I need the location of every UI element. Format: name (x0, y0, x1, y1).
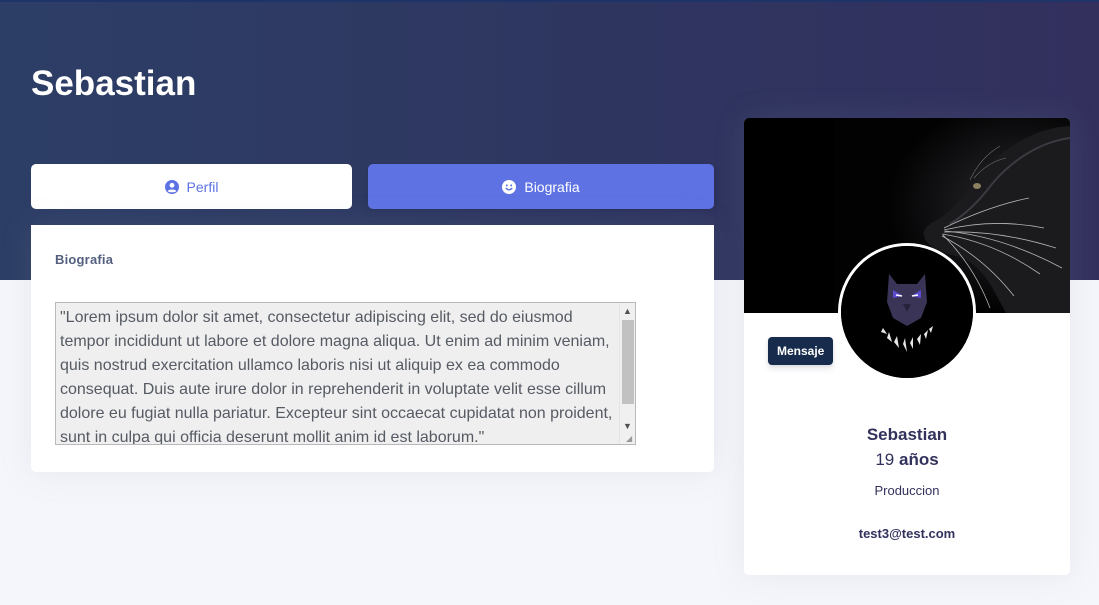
tab-perfil[interactable]: Perfil (31, 164, 352, 209)
biography-text: "Lorem ipsum dolor sit amet, consectetur… (60, 309, 613, 445)
tab-biografia[interactable]: Biografia (368, 164, 714, 209)
avatar (838, 243, 976, 381)
scroll-thumb[interactable] (622, 320, 634, 404)
user-circle-icon (164, 179, 179, 194)
biography-card: Biografia "Lorem ipsum dolor sit amet, c… (31, 225, 714, 472)
profile-department: Produccion (874, 483, 940, 498)
profile-email: test3@test.com (858, 526, 956, 541)
biography-heading: Biografia (55, 252, 114, 267)
message-button[interactable]: Mensaje (768, 337, 834, 365)
profile-card: Mensaje Sebastian 19 años Produccion tes… (744, 118, 1070, 575)
scroll-up-arrow-icon[interactable]: ▲ (620, 303, 635, 319)
scroll-down-arrow-icon[interactable]: ▼ (620, 418, 635, 434)
tab-perfil-label: Perfil (186, 178, 219, 195)
profile-age-number: 19 (875, 450, 895, 469)
profile-name: Sebastian (866, 425, 948, 444)
profile-age-unit: años (898, 450, 939, 469)
biography-textarea[interactable]: "Lorem ipsum dolor sit amet, consectetur… (55, 302, 636, 445)
smile-icon (502, 179, 517, 194)
page-title: Sebastian (31, 64, 197, 103)
resize-grip-icon[interactable]: ◢ (626, 435, 634, 443)
tab-biografia-label: Biografia (524, 178, 580, 195)
textarea-scrollbar[interactable]: ▲ ▼ (619, 303, 635, 444)
profile-age: 19 años (744, 450, 1070, 470)
